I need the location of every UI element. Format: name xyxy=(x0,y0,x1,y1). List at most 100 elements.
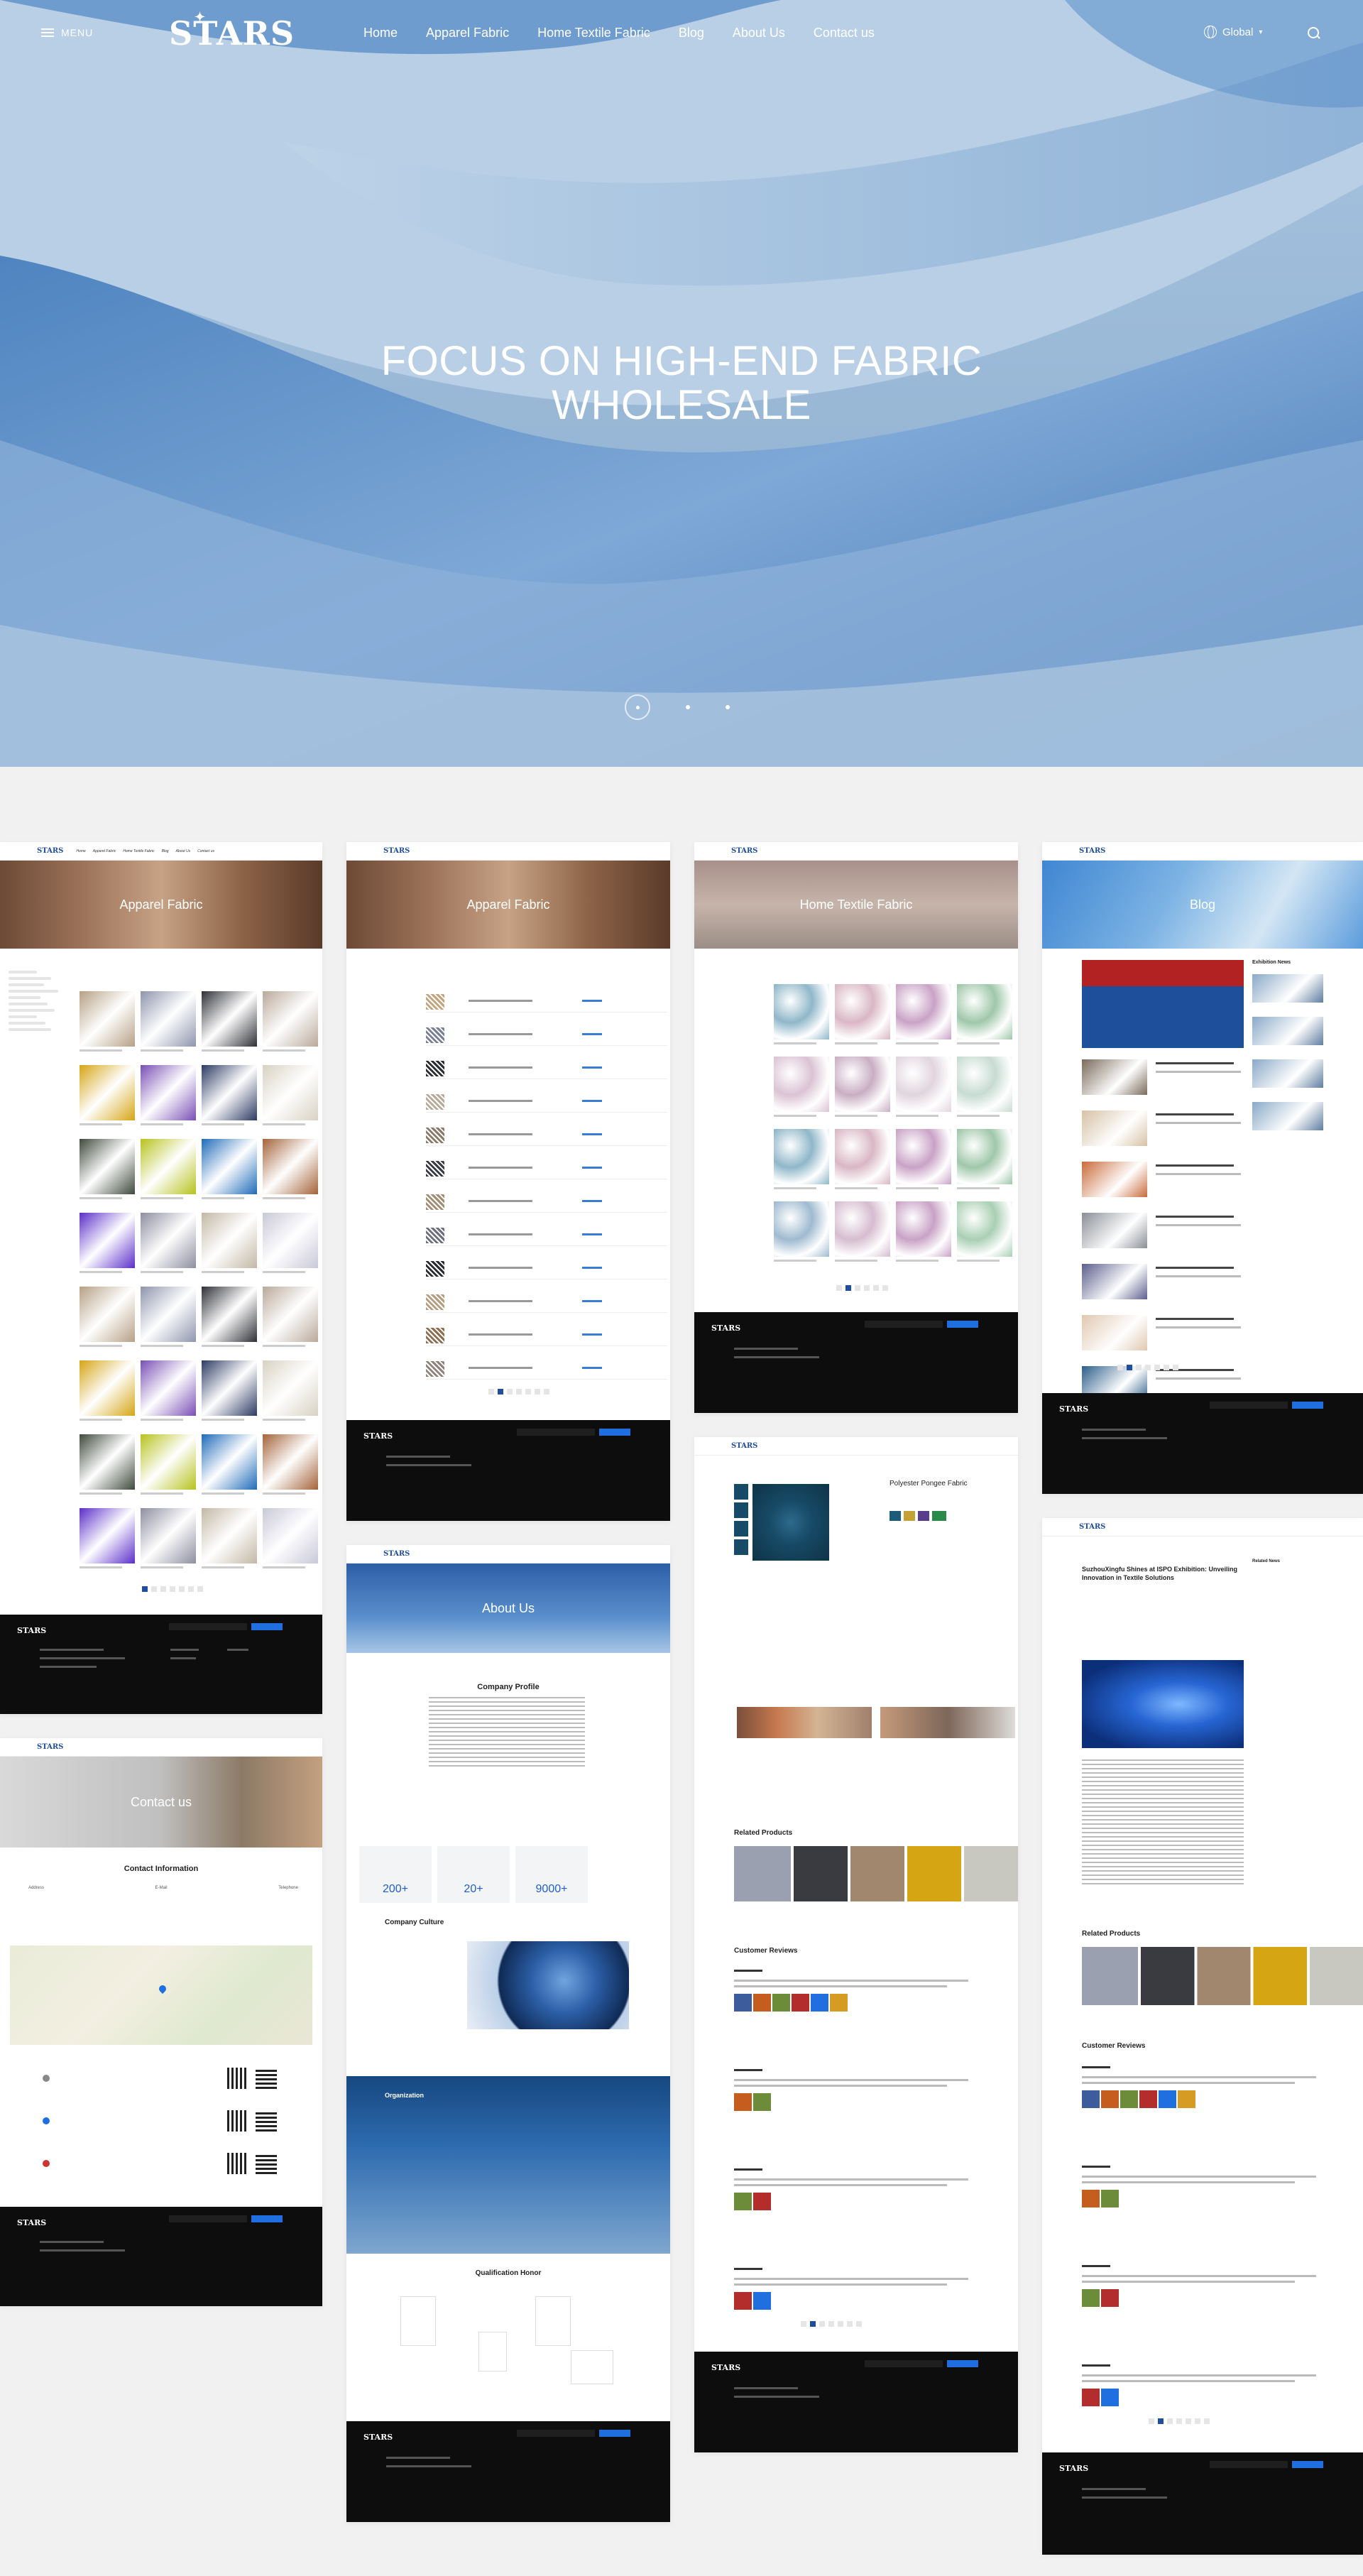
related-news-thumbnail[interactable] xyxy=(1252,1017,1323,1045)
related-news-thumbnail[interactable] xyxy=(1252,1102,1323,1130)
row-link[interactable] xyxy=(582,1100,602,1102)
row-link[interactable] xyxy=(582,1300,602,1302)
review-photo[interactable] xyxy=(811,1994,828,2012)
fabric-swatch[interactable] xyxy=(80,1065,135,1120)
fabric-swatch[interactable] xyxy=(896,1057,951,1112)
fabric-swatch[interactable] xyxy=(80,1434,135,1490)
nav-blog[interactable]: Blog xyxy=(679,26,704,40)
review-photo[interactable] xyxy=(1082,2289,1100,2307)
fabric-list-row[interactable] xyxy=(426,1058,667,1079)
footer-subscribe-button[interactable] xyxy=(947,2360,978,2367)
review-photo[interactable] xyxy=(830,1994,848,2012)
footer-email-input[interactable] xyxy=(517,1429,595,1436)
news-title[interactable] xyxy=(1156,1062,1234,1064)
fabric-swatch[interactable] xyxy=(141,1139,196,1194)
fabric-swatch[interactable] xyxy=(263,1213,318,1268)
fabric-swatch[interactable] xyxy=(957,1057,1012,1112)
news-thumbnail[interactable] xyxy=(1082,1059,1147,1095)
nav-apparel-fabric[interactable]: Apparel Fabric xyxy=(426,26,509,40)
fabric-swatch[interactable] xyxy=(80,1139,135,1194)
fabric-swatch[interactable] xyxy=(80,1287,135,1342)
news-thumbnail[interactable] xyxy=(1082,1213,1147,1248)
featured-news-image[interactable] xyxy=(1082,960,1244,1048)
news-title[interactable] xyxy=(1156,1318,1234,1320)
fabric-swatch[interactable] xyxy=(957,984,1012,1039)
review-photo[interactable] xyxy=(1101,2289,1119,2307)
menu-button[interactable]: MENU xyxy=(41,27,93,38)
fabric-swatch[interactable] xyxy=(80,1213,135,1268)
fabric-swatch[interactable] xyxy=(896,984,951,1039)
fabric-swatch[interactable] xyxy=(80,1360,135,1416)
footer-subscribe-button[interactable] xyxy=(947,1321,978,1328)
fabric-list-row[interactable] xyxy=(426,991,667,1013)
fabric-swatch[interactable] xyxy=(141,1287,196,1342)
fabric-swatch[interactable] xyxy=(141,991,196,1047)
fabric-swatch[interactable] xyxy=(141,1065,196,1120)
news-title[interactable] xyxy=(1156,1113,1234,1115)
review-photo[interactable] xyxy=(753,1994,771,2012)
fabric-list-row[interactable] xyxy=(426,1292,667,1313)
nav-about-us[interactable]: About Us xyxy=(733,26,785,40)
fabric-list-row[interactable] xyxy=(426,1158,667,1179)
row-link[interactable] xyxy=(582,1133,602,1135)
fabric-swatch[interactable] xyxy=(202,1287,257,1342)
product-thumbnails[interactable] xyxy=(734,1484,748,1555)
footer-email-input[interactable] xyxy=(1210,1402,1288,1409)
fabric-list-row[interactable] xyxy=(426,1025,667,1046)
row-link[interactable] xyxy=(582,1233,602,1235)
review-photo[interactable] xyxy=(734,2093,752,2111)
fabric-swatch[interactable] xyxy=(141,1213,196,1268)
fabric-swatch[interactable] xyxy=(835,1201,890,1257)
fabric-list-row[interactable] xyxy=(426,1325,667,1346)
fabric-swatch[interactable] xyxy=(835,1129,890,1184)
fabric-list-row[interactable] xyxy=(426,1191,667,1213)
nav-home[interactable]: Home xyxy=(363,26,398,40)
nav-home-textile-fabric[interactable]: Home Textile Fabric xyxy=(537,26,650,40)
fabric-swatch[interactable] xyxy=(141,1434,196,1490)
review-photo[interactable] xyxy=(1120,2090,1138,2108)
review-photo[interactable] xyxy=(1159,2090,1176,2108)
news-thumbnail[interactable] xyxy=(1082,1315,1147,1350)
row-link[interactable] xyxy=(582,1367,602,1369)
fabric-swatch[interactable] xyxy=(774,1057,829,1112)
row-link[interactable] xyxy=(582,1033,602,1035)
color-swatches[interactable] xyxy=(889,1511,946,1521)
slide-dot[interactable] xyxy=(726,705,730,709)
footer-subscribe-button[interactable] xyxy=(599,1429,630,1436)
fabric-swatch[interactable] xyxy=(896,1201,951,1257)
product-image[interactable] xyxy=(752,1484,829,1561)
news-title[interactable] xyxy=(1156,1216,1234,1218)
slide-dot[interactable] xyxy=(686,705,690,709)
fabric-list-row[interactable] xyxy=(426,1091,667,1113)
row-link[interactable] xyxy=(582,1066,602,1069)
news-thumbnail[interactable] xyxy=(1082,1110,1147,1146)
news-title[interactable] xyxy=(1156,1267,1234,1269)
fabric-swatch[interactable] xyxy=(202,1434,257,1490)
related-products-row[interactable] xyxy=(1082,1947,1363,2005)
site-logo[interactable]: STARS ✦ xyxy=(169,10,295,53)
review-photo[interactable] xyxy=(1082,2090,1100,2108)
news-title[interactable] xyxy=(1156,1164,1234,1167)
row-link[interactable] xyxy=(582,1267,602,1269)
fabric-list-row[interactable] xyxy=(426,1258,667,1279)
fabric-swatch[interactable] xyxy=(202,1508,257,1563)
fabric-swatch[interactable] xyxy=(202,1065,257,1120)
slide-dot-active[interactable] xyxy=(625,694,650,720)
fabric-swatch[interactable] xyxy=(202,991,257,1047)
row-link[interactable] xyxy=(582,1000,602,1002)
fabric-swatch[interactable] xyxy=(263,1065,318,1120)
footer-subscribe-button[interactable] xyxy=(251,2215,283,2222)
review-photo[interactable] xyxy=(1082,2190,1100,2207)
fabric-list-row[interactable] xyxy=(426,1225,667,1246)
review-photo[interactable] xyxy=(753,2292,771,2310)
fabric-swatch[interactable] xyxy=(141,1508,196,1563)
review-photo[interactable] xyxy=(792,1994,809,2012)
fabric-swatch[interactable] xyxy=(957,1129,1012,1184)
fabric-swatch[interactable] xyxy=(263,1360,318,1416)
fabric-swatch[interactable] xyxy=(263,1139,318,1194)
fabric-swatch[interactable] xyxy=(202,1213,257,1268)
review-photo[interactable] xyxy=(1082,2389,1100,2406)
fabric-swatch[interactable] xyxy=(80,1508,135,1563)
footer-email-input[interactable] xyxy=(517,2430,595,2437)
fabric-swatch[interactable] xyxy=(141,1360,196,1416)
